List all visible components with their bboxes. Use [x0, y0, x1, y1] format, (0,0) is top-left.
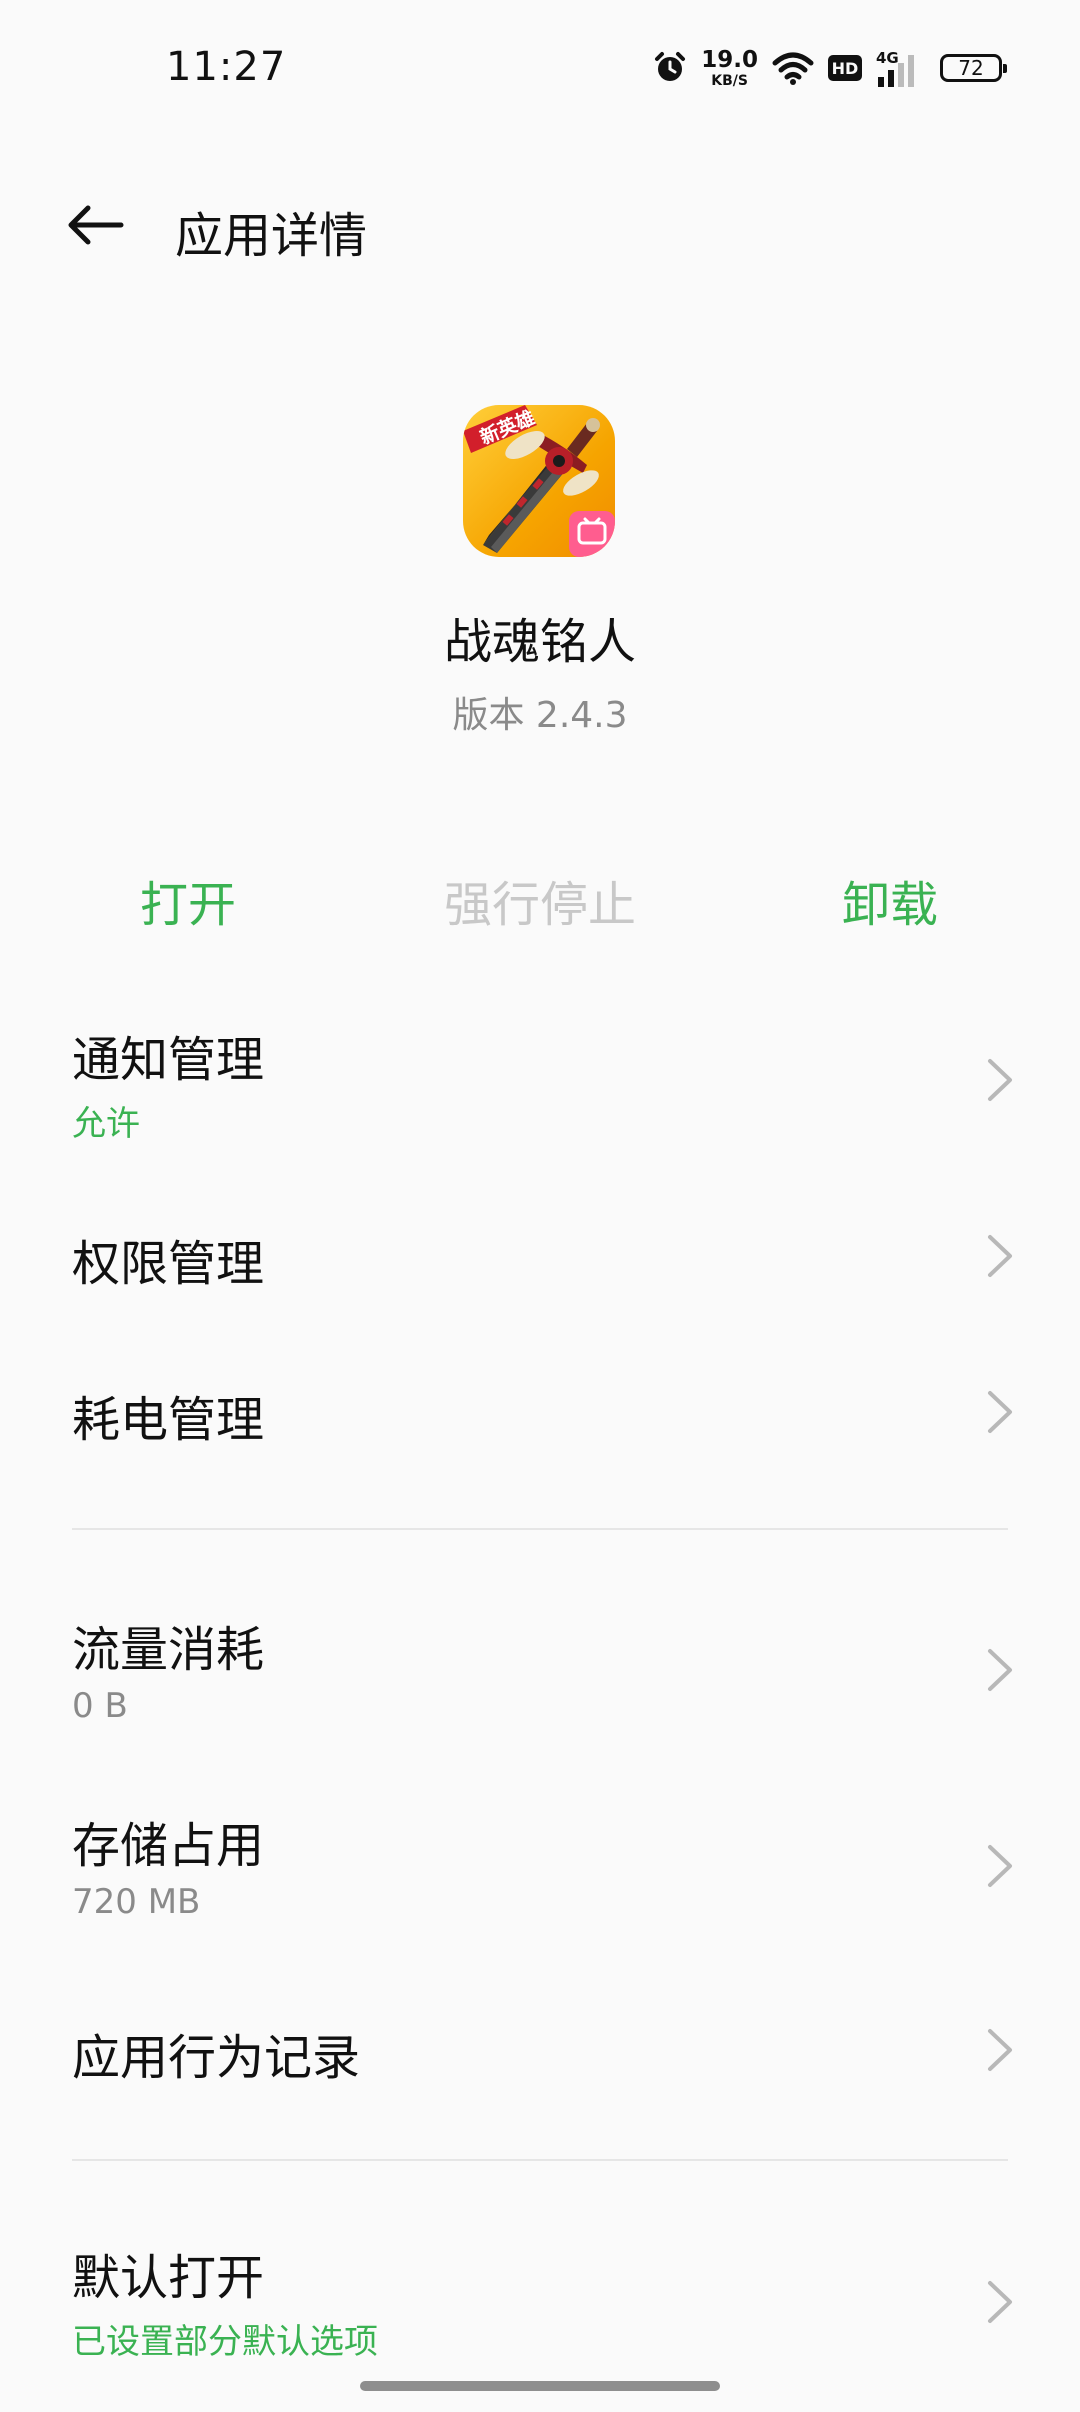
settings-row-subtitle: 允许: [72, 1104, 140, 1144]
header: 应用详情: [0, 180, 1080, 270]
settings-row-subtitle: 0 B: [72, 1686, 128, 1726]
open-button[interactable]: 打开: [58, 865, 318, 935]
network-speed: 19.0 KB/S: [701, 46, 758, 89]
settings-row-notification[interactable]: 通知管理 允许: [0, 1000, 1080, 1160]
settings-row-title: 存储占用: [72, 1818, 265, 1874]
hd-badge: HD: [828, 55, 862, 81]
page-title: 应用详情: [175, 208, 368, 264]
settings-row-title: 流量消耗: [72, 1622, 265, 1678]
settings-row-title: 通知管理: [72, 1032, 265, 1088]
settings-row-subtitle: 720 MB: [72, 1882, 201, 1922]
settings-row-title: 耗电管理: [72, 1392, 265, 1448]
home-indicator[interactable]: [360, 2381, 720, 2391]
chevron-right-icon: [988, 1235, 1012, 1277]
back-button[interactable]: [60, 195, 130, 255]
settings-row-title: 应用行为记录: [72, 2030, 361, 2086]
settings-row-app-behavior[interactable]: 应用行为记录: [0, 2014, 1080, 2124]
chevron-right-icon: [988, 2029, 1012, 2071]
app-name: 战魂铭人: [443, 614, 636, 670]
battery-level: 72: [958, 56, 984, 80]
uninstall-button[interactable]: 卸载: [760, 865, 1020, 935]
chevron-right-icon: [988, 2281, 1012, 2323]
network-speed-value: 19.0: [701, 46, 758, 73]
status-icons: 19.0 KB/S HD 4G 72: [653, 44, 1007, 92]
section-divider: [72, 2159, 1008, 2161]
status-bar: 11:27 19.0 KB/S HD 4G 72: [0, 0, 1080, 130]
settings-row-default-open[interactable]: 默认打开 已设置部分默认选项: [0, 2224, 1080, 2374]
settings-row-battery[interactable]: 耗电管理: [0, 1376, 1080, 1486]
settings-row-permission[interactable]: 权限管理: [0, 1220, 1080, 1330]
chevron-right-icon: [988, 1059, 1012, 1101]
app-icon: 新英雄: [463, 405, 615, 557]
network-speed-unit: KB/S: [711, 72, 748, 89]
settings-row-title: 权限管理: [72, 1236, 265, 1292]
settings-row-storage[interactable]: 存储占用 720 MB: [0, 1786, 1080, 1946]
settings-row-title: 默认打开: [72, 2250, 265, 2306]
wifi-icon: [772, 51, 814, 85]
action-bar: 打开 强行停止 卸载: [0, 865, 1080, 945]
settings-row-subtitle: 已设置部分默认选项: [72, 2322, 378, 2362]
alarm-icon: [653, 51, 687, 85]
battery-icon: 72: [940, 54, 1007, 82]
section-divider: [72, 1528, 1008, 1530]
chevron-right-icon: [988, 1845, 1012, 1887]
app-version: 版本 2.4.3: [452, 695, 628, 736]
settings-row-data-usage[interactable]: 流量消耗 0 B: [0, 1590, 1080, 1750]
status-time: 11:27: [166, 44, 287, 90]
arrow-left-icon[interactable]: [66, 204, 124, 246]
signal-icon: 4G: [876, 49, 920, 87]
chevron-right-icon: [988, 1649, 1012, 1691]
chevron-right-icon: [988, 1391, 1012, 1433]
force-stop-button: 强行停止: [443, 877, 636, 933]
